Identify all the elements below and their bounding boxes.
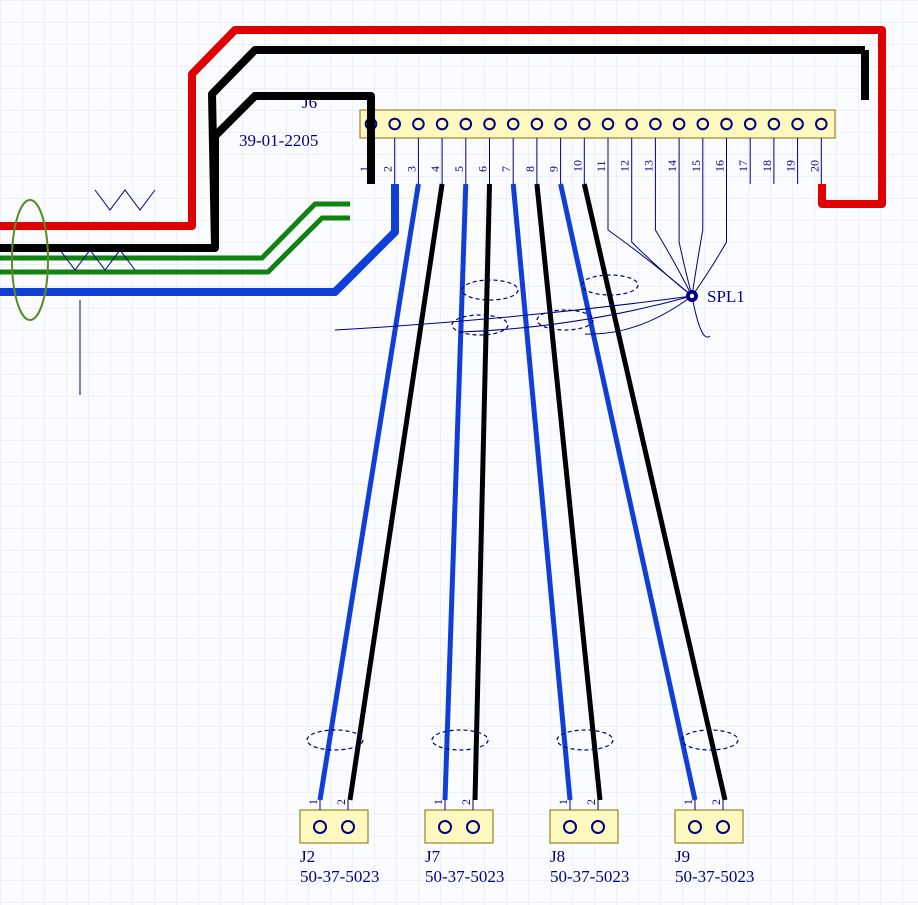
j6-pin-hole-19 <box>792 119 803 130</box>
j6-pin-hole-3 <box>413 119 424 130</box>
j6-pin-num-15: 15 <box>689 160 703 172</box>
j9-pin-1: 1 <box>681 799 695 805</box>
j7-pin-1: 1 <box>431 799 445 805</box>
j2-ref: J2 <box>300 847 315 866</box>
j8-pn: 50-37-5023 <box>550 867 629 886</box>
j7-pin-2: 2 <box>459 799 473 805</box>
j6-pin-hole-10 <box>579 119 590 130</box>
connector-j2[interactable]: 1 2 J250-37-5023 <box>300 799 379 886</box>
j6-pin-num-4: 4 <box>428 166 442 172</box>
j6-pin-hole-4 <box>437 119 448 130</box>
j6-pin-num-13: 13 <box>641 160 655 172</box>
j8-pin-2: 2 <box>584 799 598 805</box>
j9-pn: 50-37-5023 <box>675 867 754 886</box>
j6-pin-hole-14 <box>674 119 685 130</box>
j6-pin-num-3: 3 <box>404 166 418 172</box>
j7-ref: J7 <box>425 847 441 866</box>
j6-pin-hole-17 <box>745 119 756 130</box>
j6-pin-hole-5 <box>461 119 472 130</box>
spl1-ref: SPL1 <box>707 287 745 306</box>
j6-pin-num-6: 6 <box>476 166 490 172</box>
j6-pin-hole-13 <box>650 119 661 130</box>
j6-pin-num-2: 2 <box>381 166 395 172</box>
j6-pin-hole-9 <box>555 119 566 130</box>
j6-pin-num-10: 10 <box>570 160 584 172</box>
j6-pin-hole-15 <box>698 119 709 130</box>
j2-pin-1: 1 <box>306 799 320 805</box>
j6-pin-num-5: 5 <box>452 166 466 172</box>
j6-pin-hole-11 <box>603 119 614 130</box>
j6-pin-num-20: 20 <box>807 160 821 172</box>
j9-ref: J9 <box>675 847 690 866</box>
j9-pin-2: 2 <box>709 799 723 805</box>
j6-pin-num-19: 19 <box>784 160 798 172</box>
j2-pin-2: 2 <box>334 799 348 805</box>
j7-pn: 50-37-5023 <box>425 867 504 886</box>
j2-pn: 50-37-5023 <box>300 867 379 886</box>
j6-pin-hole-8 <box>532 119 543 130</box>
j6-pin-hole-18 <box>769 119 780 130</box>
j6-pin-num-16: 16 <box>713 160 727 172</box>
j6-pin-num-7: 7 <box>499 166 513 172</box>
wiring-diagram[interactable]: 1234567891011121314151617181920 J6 39-01… <box>0 0 918 905</box>
connector-j9[interactable]: 1 2 J950-37-5023 <box>675 799 754 886</box>
j6-pn: 39-01-2205 <box>239 131 318 150</box>
j6-pin-hole-2 <box>389 119 400 130</box>
j6-pin-num-14: 14 <box>665 160 679 172</box>
j6-pin-num-11: 11 <box>594 160 608 172</box>
j6-pin-hole-20 <box>816 119 827 130</box>
j8-ref: J8 <box>550 847 565 866</box>
j6-pin-num-18: 18 <box>760 160 774 172</box>
j6-pin-hole-6 <box>484 119 495 130</box>
j8-pin-1: 1 <box>556 799 570 805</box>
j6-pin-num-9: 9 <box>547 166 561 172</box>
j6-pin-num-17: 17 <box>736 160 750 172</box>
j6-pin-hole-12 <box>626 119 637 130</box>
j6-pin-num-8: 8 <box>523 166 537 172</box>
j6-pin-hole-16 <box>721 119 732 130</box>
j6-pin-num-12: 12 <box>618 160 632 172</box>
j6-pin-hole-7 <box>508 119 519 130</box>
connector-j8[interactable]: 1 2 J850-37-5023 <box>550 799 629 886</box>
connector-j7[interactable]: 1 2 J750-37-5023 <box>425 799 504 886</box>
